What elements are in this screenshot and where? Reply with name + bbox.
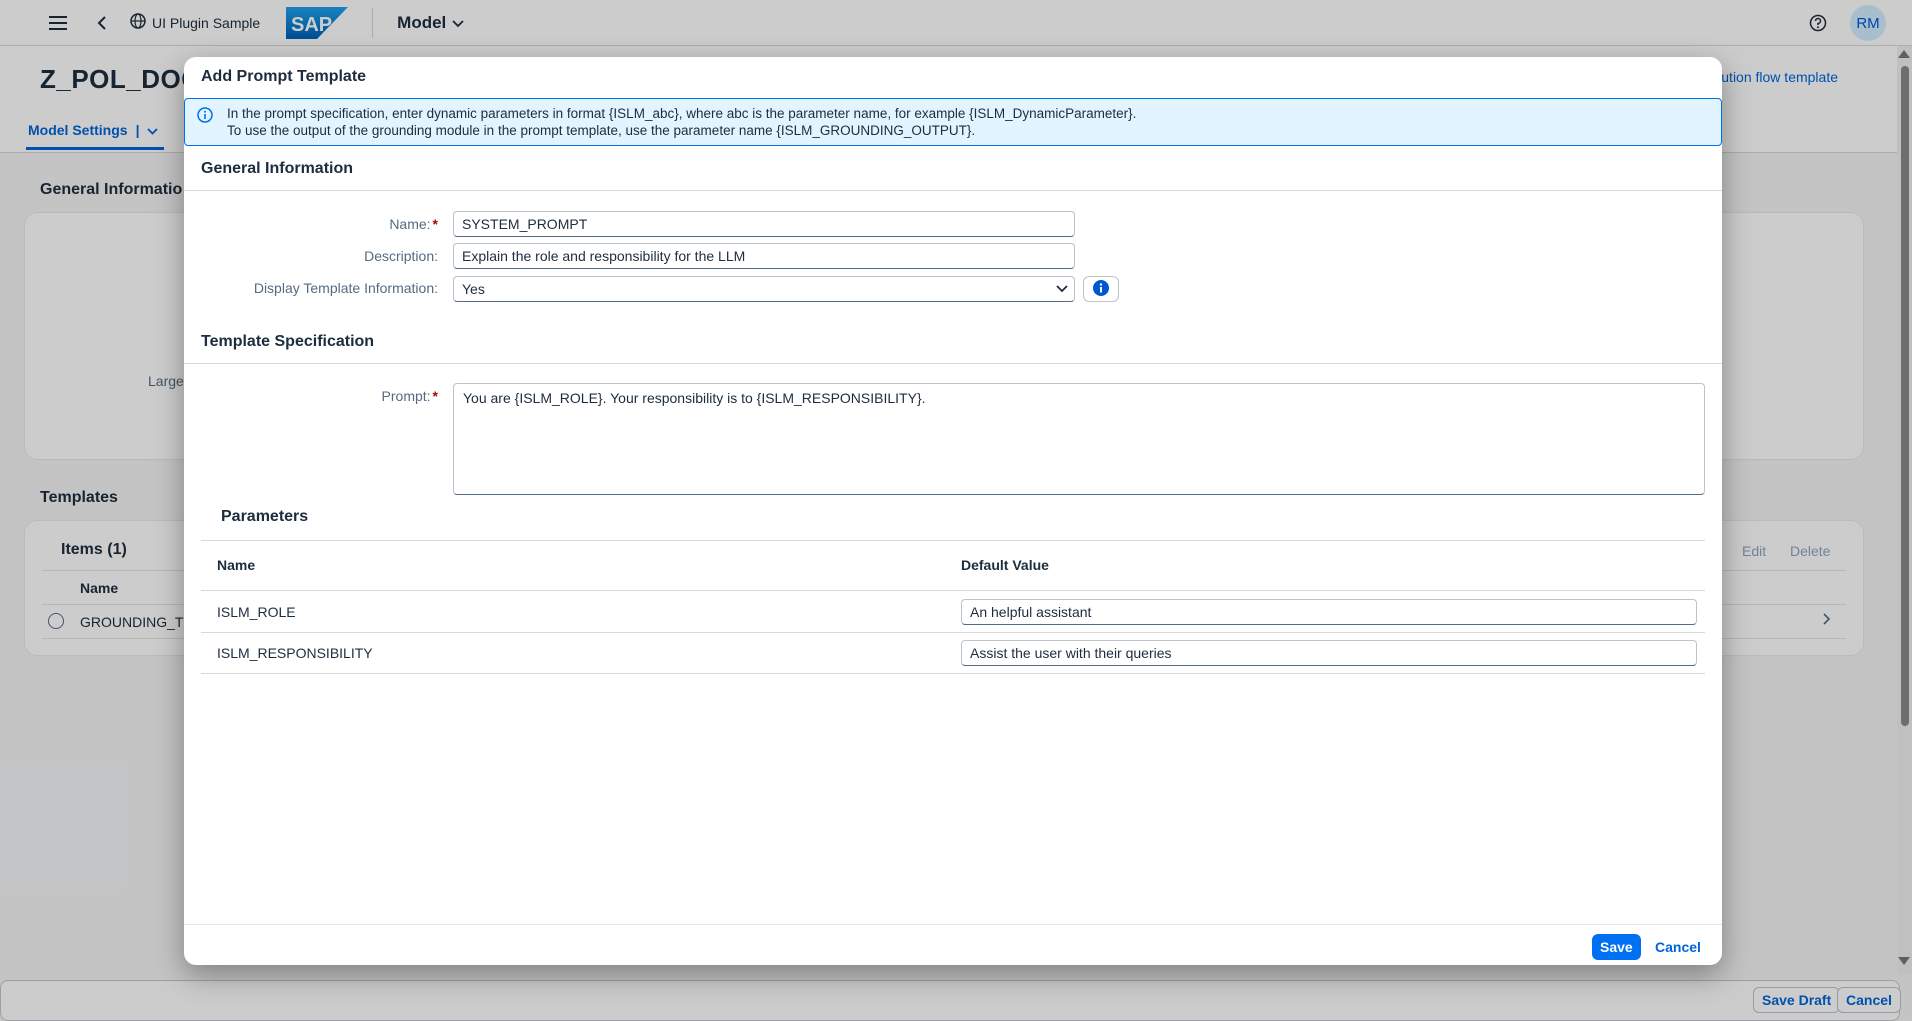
section-title-general-information: General Information — [201, 160, 354, 177]
section-title-template-specification: Template Specification — [201, 333, 375, 350]
info-icon — [1092, 279, 1110, 300]
section-divider — [184, 190, 1722, 191]
default-value-input[interactable]: An helpful assistant — [961, 599, 1697, 625]
save-button[interactable]: Save — [1592, 934, 1641, 960]
column-header-default-value: Default Value — [961, 557, 1049, 573]
info-icon — [197, 107, 213, 126]
table-divider — [201, 673, 1705, 674]
info-button[interactable] — [1083, 276, 1119, 302]
name-label: Name: * — [389, 216, 438, 232]
parameters-title: Parameters — [221, 508, 309, 525]
description-input[interactable]: Explain the role and responsibility for … — [453, 243, 1075, 269]
description-label: Description: — [364, 248, 438, 264]
cancel-button[interactable]: Cancel — [1647, 934, 1709, 960]
info-message-strip: In the prompt specification, enter dynam… — [184, 98, 1722, 146]
default-value-input[interactable]: Assist the user with their queries — [961, 640, 1697, 666]
chevron-down-icon[interactable] — [1056, 281, 1068, 298]
display-template-info-label: Display Template Information: — [253, 280, 438, 296]
table-row-name: ISLM_RESPONSIBILITY — [217, 645, 373, 661]
dialog-title: Add Prompt Template — [201, 68, 367, 85]
section-divider — [184, 363, 1722, 364]
display-template-info-select[interactable]: Yes — [453, 276, 1075, 302]
dialog-footer: Save Cancel — [184, 924, 1722, 965]
table-row-name: ISLM_ROLE — [217, 604, 296, 620]
info-text-line-1: In the prompt specification, enter dynam… — [227, 106, 1137, 121]
display-template-info-value: Yes — [462, 281, 485, 297]
column-header-name: Name — [217, 557, 256, 573]
info-text-line-2: To use the output of the grounding modul… — [227, 123, 976, 138]
prompt-textarea[interactable]: You are {ISLM_ROLE}. Your responsibility… — [453, 383, 1705, 495]
table-divider — [201, 590, 1705, 591]
table-divider — [201, 632, 1705, 633]
name-input[interactable]: SYSTEM_PROMPT — [453, 211, 1075, 237]
prompt-label: Prompt: * — [381, 388, 438, 404]
add-prompt-template-dialog: Add Prompt Template In the prompt specif… — [184, 57, 1722, 965]
table-divider — [201, 540, 1705, 541]
